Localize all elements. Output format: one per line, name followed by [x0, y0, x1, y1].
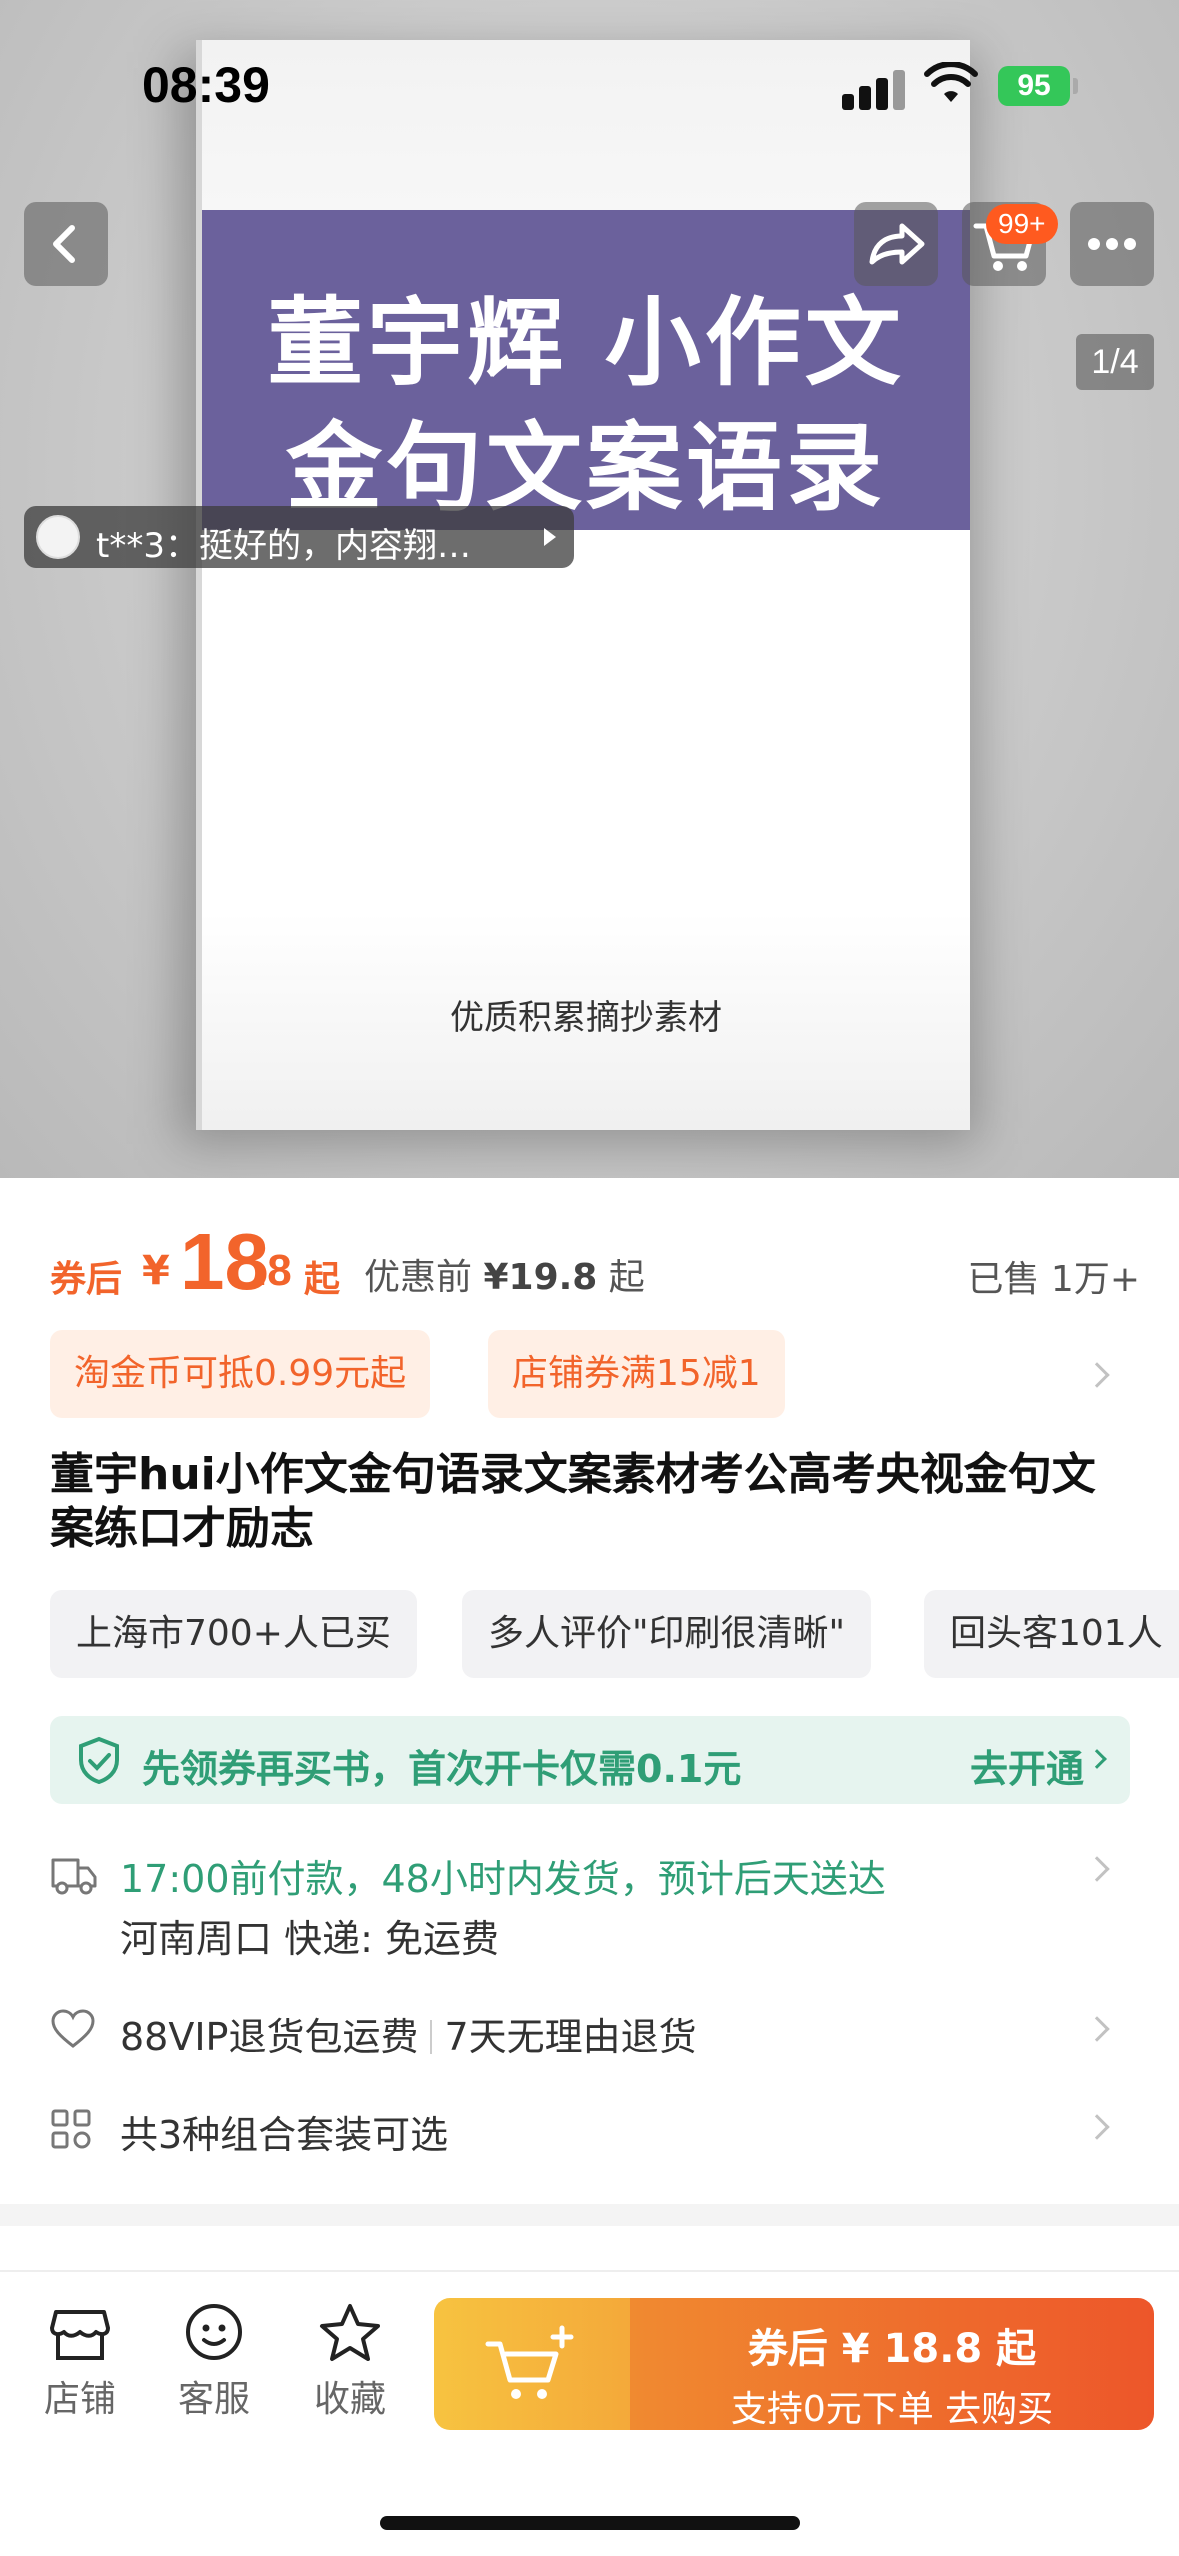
price-row: 券后 ¥ 18 .8 起 优惠前 ¥19.8 起 已售 1万+: [50, 1217, 1140, 1330]
shipping-origin-text: 河南周口 快递: 免运费: [120, 1917, 499, 1961]
share-icon: [869, 223, 925, 265]
chat-face-icon: [186, 2304, 242, 2360]
returns-chevron-right-icon[interactable]: [1084, 2016, 1110, 2042]
delivery-truck-icon: [51, 1858, 97, 1895]
price-label: 券后: [50, 1259, 123, 1300]
cart-count-badge: 99+: [986, 204, 1058, 244]
book-subtitle: 优质积累摘抄素材: [450, 998, 722, 1038]
shop-button[interactable]: 店铺: [30, 2302, 130, 2422]
shipping-time-text: 17:00前付款，48小时内发货，预计后天送达: [120, 1857, 886, 1901]
shield-check-icon: [79, 1736, 119, 1784]
image-page-indicator: 1/4: [1076, 334, 1154, 390]
back-arrow-icon: [53, 225, 75, 263]
return-policy-text: 88VIP退货包运费 7天无理由退货: [120, 2015, 697, 2059]
sold-count: 已售 1万+: [967, 1259, 1140, 1300]
coupon-taojinbi[interactable]: 淘金币可抵0.99元起: [50, 1330, 431, 1418]
share-button[interactable]: [854, 202, 938, 286]
divider: [430, 2020, 433, 2054]
favorite-button[interactable]: 收藏: [300, 2302, 400, 2422]
status-time: 08:39: [142, 57, 270, 113]
review-snippet-text: t**3：挺好的，内容翔…: [96, 526, 471, 566]
tag-purchases[interactable]: 上海市700+人已买: [50, 1590, 417, 1678]
add-cart-icon: [485, 2325, 574, 2399]
product-title: 董宇hui小作文金句语录文案素材考公高考央视金句文案练口才励志: [50, 1449, 1096, 1554]
price-currency: ¥: [142, 1248, 170, 1294]
play-triangle-icon: [544, 528, 556, 546]
grid-options-icon: [51, 2109, 91, 2149]
customer-service-button[interactable]: 客服: [164, 2302, 264, 2422]
shipping-chevron-right-icon[interactable]: [1084, 1856, 1110, 1882]
heart-icon: [51, 2009, 95, 2048]
coupon-store[interactable]: 店铺券满15减1: [488, 1330, 785, 1418]
shop-label: 店铺: [43, 2379, 116, 2420]
product-image-carousel[interactable]: 董宇辉 小作文 金句文案语录 优质积累摘抄素材: [0, 0, 1179, 1178]
buy-subtext: 支持0元下单 去购买: [730, 2389, 1054, 2430]
promo-text: 先领券再买书，首次开卡仅需0.1元: [142, 1747, 742, 1791]
section-separator: [0, 2204, 1179, 2226]
price-suffix: 起: [304, 1259, 341, 1300]
more-dots-icon: [1088, 238, 1136, 250]
battery-tip: [1073, 78, 1078, 94]
more-button[interactable]: [1070, 202, 1154, 286]
star-icon: [320, 2304, 380, 2361]
favorite-label: 收藏: [313, 2379, 386, 2420]
combo-chevron-right-icon[interactable]: [1084, 2114, 1110, 2140]
price-decimal: .8: [255, 1246, 292, 1295]
review-snippet-pill[interactable]: t**3：挺好的，内容翔…: [24, 506, 574, 568]
tag-reviews[interactable]: 多人评价"印刷很清晰": [462, 1590, 872, 1678]
home-indicator: [380, 2516, 800, 2530]
membership-promo-banner[interactable]: 先领券再买书，首次开卡仅需0.1元 去开通: [50, 1716, 1130, 1804]
wifi-icon: [924, 62, 978, 102]
combo-options-text[interactable]: 共3种组合套装可选: [120, 2104, 448, 2159]
buy-price-text: 券后 ¥ 18.8 起: [747, 2326, 1037, 2372]
add-to-cart-button[interactable]: [434, 2298, 630, 2430]
store-icon: [50, 2310, 110, 2360]
price-before-discount: 优惠前 ¥19.8 起: [364, 1257, 645, 1298]
reviewer-avatar: [36, 515, 80, 559]
activate-button[interactable]: 去开通: [970, 1738, 1084, 1793]
buy-now-button[interactable]: 券后 ¥ 18.8 起 支持0元下单 去购买: [630, 2298, 1154, 2430]
tag-repeat-customers[interactable]: 回头客101人: [924, 1590, 1179, 1678]
coupons-chevron-right-icon[interactable]: [1084, 1362, 1110, 1388]
activate-chevron-icon: [1087, 1749, 1107, 1769]
customer-service-label: 客服: [177, 2379, 250, 2420]
battery-icon: 95: [998, 66, 1070, 106]
cellular-signal-icon: [842, 68, 906, 110]
back-button[interactable]: [24, 202, 108, 286]
